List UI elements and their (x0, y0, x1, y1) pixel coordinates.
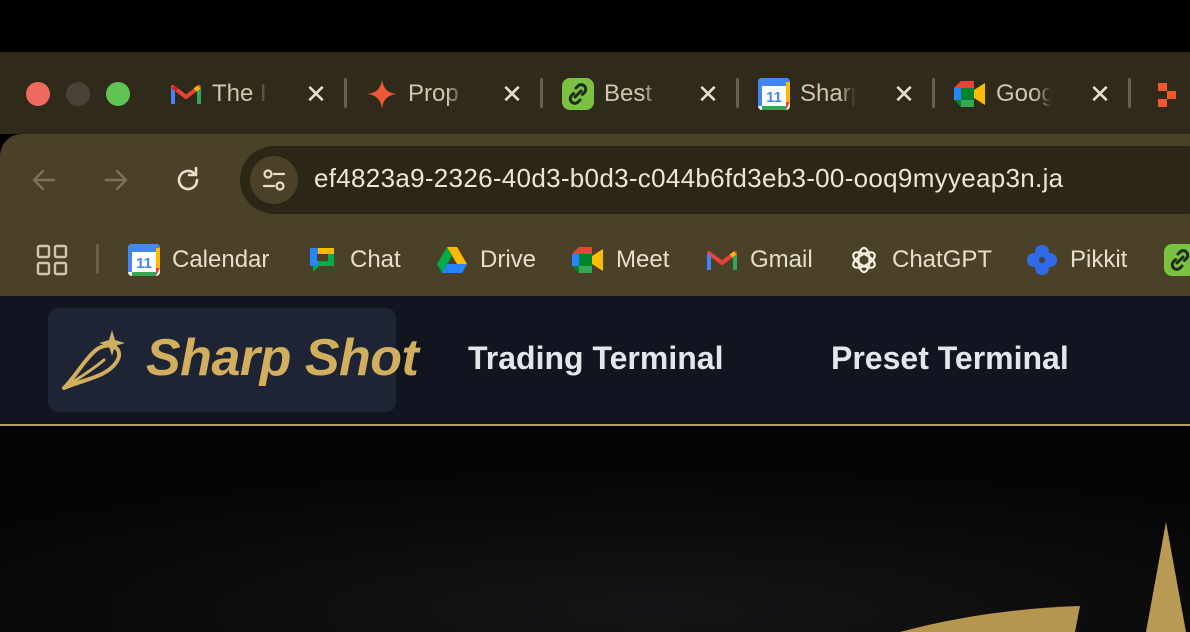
tab-close-icon[interactable]: ✕ (1084, 78, 1116, 110)
bookmark-label: Chat (350, 246, 401, 273)
calendar-day-number: 11 (136, 255, 152, 272)
bookmark-gmail[interactable]: Gmail (706, 240, 813, 280)
window-close-button[interactable] (26, 82, 50, 106)
tab-close-icon[interactable]: ✕ (300, 78, 332, 110)
window-maximize-button[interactable] (106, 82, 130, 106)
bookmark-label: Pikkit (1070, 246, 1128, 273)
bookmark-chat[interactable]: Chat (306, 240, 401, 280)
tab-divider (736, 78, 739, 108)
bookmark-calendar[interactable]: 11 Calendar (128, 240, 269, 280)
reload-icon[interactable] (168, 160, 208, 200)
overflow-bookmark-icon[interactable] (1164, 244, 1190, 276)
bookmark-pikkit[interactable]: Pikkit (1026, 240, 1127, 280)
link-icon (562, 78, 594, 110)
calendar-icon: 11 (128, 244, 160, 276)
tab-title: Prop (408, 80, 459, 107)
browser-tab[interactable]: Goog ✕ (944, 74, 1140, 114)
calendar-icon: 11 (758, 78, 790, 110)
meet-icon (954, 78, 986, 110)
window-minimize-button[interactable] (66, 82, 90, 106)
google-drive-icon (436, 244, 468, 276)
meet-icon (572, 244, 604, 276)
bookmark-label: ChatGPT (892, 246, 993, 273)
bookmark-meet[interactable]: Meet (572, 240, 669, 280)
browser-tab[interactable]: Prop ✕ (356, 74, 552, 114)
bookmarks-divider (96, 244, 99, 274)
bookmark-label: Drive (480, 246, 537, 273)
tab-title: Best (604, 80, 653, 107)
pikkit-icon (1026, 244, 1058, 276)
chatgpt-icon (848, 244, 880, 276)
logo-wordmark[interactable]: Sharp Shot (146, 328, 419, 388)
tab-divider (932, 78, 935, 108)
tab-divider (540, 78, 543, 108)
forward-arrow-icon[interactable] (96, 160, 136, 200)
url-text[interactable]: ef4823a9-2326-40d3-b0d3-c044b6fd3eb3-00-… (314, 163, 1063, 194)
back-arrow-icon[interactable] (24, 160, 64, 200)
nav-preset-terminal[interactable]: Preset Terminal (831, 340, 1069, 377)
calendar-day-number: 11 (766, 89, 782, 106)
google-chat-icon (306, 244, 338, 276)
tab-close-icon[interactable]: ✕ (888, 78, 920, 110)
tab-title: Goog (996, 80, 1052, 107)
bookmark-label: Gmail (750, 246, 813, 273)
tab-close-icon[interactable]: ✕ (496, 78, 528, 110)
gmail-icon (706, 244, 738, 276)
nav-trading-terminal[interactable]: Trading Terminal (468, 340, 723, 377)
bookmark-chatgpt[interactable]: ChatGPT (848, 240, 992, 280)
overflow-tab-icon[interactable] (1156, 80, 1190, 110)
browser-tab[interactable]: 11 Sharp ✕ (748, 74, 944, 114)
apps-grid-icon[interactable] (36, 240, 68, 280)
tab-close-icon[interactable]: ✕ (692, 78, 724, 110)
bookmark-drive[interactable]: Drive (436, 240, 536, 280)
browser-tab[interactable]: The I ✕ (160, 74, 356, 114)
gmail-icon (170, 78, 202, 110)
bookmark-label: Meet (616, 246, 670, 273)
site-settings-icon[interactable] (250, 156, 298, 204)
desktop-backdrop (0, 0, 1190, 52)
comet-logo-icon (62, 330, 126, 392)
browser-tab[interactable]: Best ✕ (552, 74, 748, 114)
tab-divider (1128, 78, 1131, 108)
bookmark-label: Calendar (172, 246, 270, 273)
tab-divider (344, 78, 347, 108)
hero-decoration (0, 426, 1190, 632)
gemini-icon (366, 78, 398, 110)
tab-title: Sharp (800, 80, 856, 107)
tab-title: The I (212, 80, 267, 107)
hero-section (0, 426, 1190, 632)
